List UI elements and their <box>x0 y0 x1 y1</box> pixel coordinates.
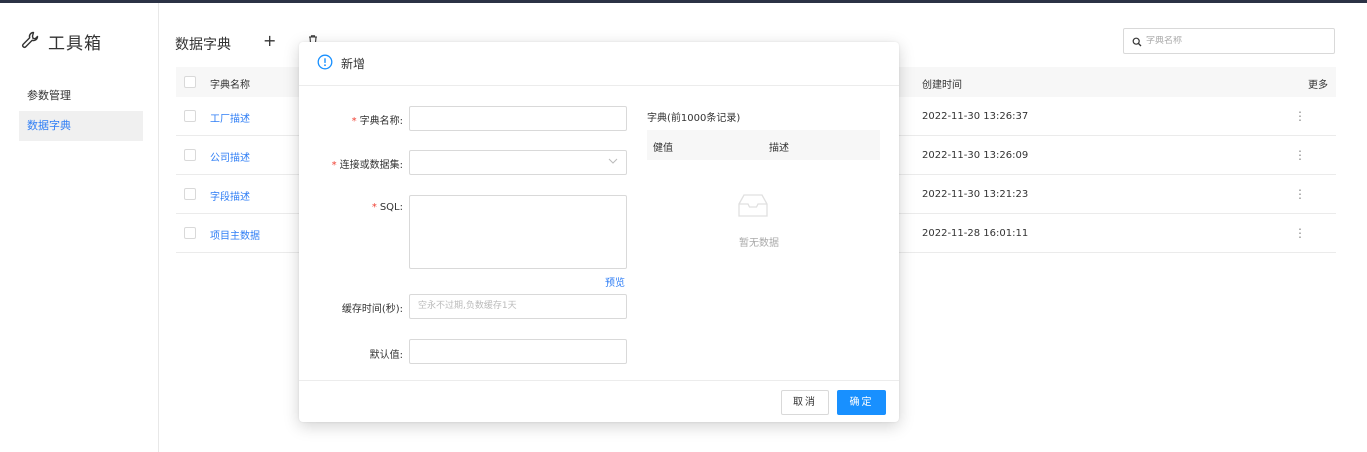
sql-textarea[interactable] <box>409 195 627 269</box>
empty-text: 暂无数据 <box>739 238 779 249</box>
row-checkbox[interactable] <box>184 227 196 239</box>
row-created: 2022-11-30 13:26:09 <box>922 150 1029 161</box>
wrench-icon <box>20 30 40 54</box>
cache-time-input[interactable]: 空永不过期,负数缓存1天 <box>409 294 627 319</box>
source-select[interactable] <box>409 150 627 175</box>
row-checkbox[interactable] <box>184 188 196 200</box>
search-icon <box>1132 32 1142 51</box>
default-value-label: 默认值: <box>369 350 403 361</box>
info-icon <box>317 54 333 74</box>
page-title: 数据字典 <box>175 37 231 53</box>
col-key: 健值 <box>653 143 673 154</box>
dialog-title: 新增 <box>341 57 366 71</box>
cache-label: 缓存时间(秒): <box>341 304 403 315</box>
row-name-link[interactable]: 项目主数据 <box>210 227 260 242</box>
source-label: * 连接或数据集: <box>331 160 403 171</box>
add-dictionary-dialog: 新增 * 字典名称: * 连接或数据集: * SQL: 预览 缓存时间(秒): 空永不… <box>299 42 899 422</box>
brand: 工具箱 <box>20 29 102 54</box>
dict-preview-header: 健值 描述 <box>647 130 880 160</box>
dialog-footer: 取消 确定 <box>299 380 899 422</box>
dict-name-input[interactable] <box>409 106 627 131</box>
row-checkbox[interactable] <box>184 149 196 161</box>
brand-label: 工具箱 <box>48 34 102 54</box>
more-menu-icon[interactable]: ⋮ <box>1294 109 1306 123</box>
col-desc: 描述 <box>769 143 789 154</box>
row-checkbox[interactable] <box>184 110 196 122</box>
preview-link[interactable]: 预览 <box>605 274 625 289</box>
dialog-header: 新增 <box>299 42 899 86</box>
more-menu-icon[interactable]: ⋮ <box>1294 148 1306 162</box>
header-name: 字典名称 <box>210 80 250 91</box>
select-all-checkbox[interactable] <box>184 76 196 88</box>
more-menu-icon[interactable]: ⋮ <box>1294 187 1306 201</box>
row-created: 2022-11-30 13:26:37 <box>922 111 1029 122</box>
add-button[interactable]: + <box>263 31 276 50</box>
row-name-link[interactable]: 工厂描述 <box>210 110 250 125</box>
sidebar-item-dictionary[interactable]: 数据字典 <box>19 111 143 141</box>
sidebar: 工具箱 参数管理 数据字典 <box>0 3 159 452</box>
row-name-link[interactable]: 字段描述 <box>210 188 250 203</box>
header-created: 创建时间 <box>922 80 962 91</box>
dict-name-label: * 字典名称: <box>351 116 403 127</box>
search-input[interactable] <box>1146 36 1326 46</box>
row-created: 2022-11-30 13:21:23 <box>922 189 1029 200</box>
chevron-down-icon <box>608 151 618 174</box>
default-value-input[interactable] <box>409 339 627 364</box>
row-created: 2022-11-28 16:01:11 <box>922 228 1029 239</box>
header-more: 更多 <box>1308 80 1328 91</box>
empty-inbox-icon <box>735 192 771 224</box>
row-name-link[interactable]: 公司描述 <box>210 149 250 164</box>
more-menu-icon[interactable]: ⋮ <box>1294 226 1306 240</box>
sql-label: * SQL: <box>371 202 403 213</box>
sidebar-item-params[interactable]: 参数管理 <box>19 81 143 111</box>
cancel-button[interactable]: 取消 <box>781 390 829 415</box>
search-box[interactable] <box>1123 28 1335 54</box>
dict-preview-title: 字典(前1000条记录) <box>647 113 741 124</box>
confirm-button[interactable]: 确定 <box>837 390 886 415</box>
